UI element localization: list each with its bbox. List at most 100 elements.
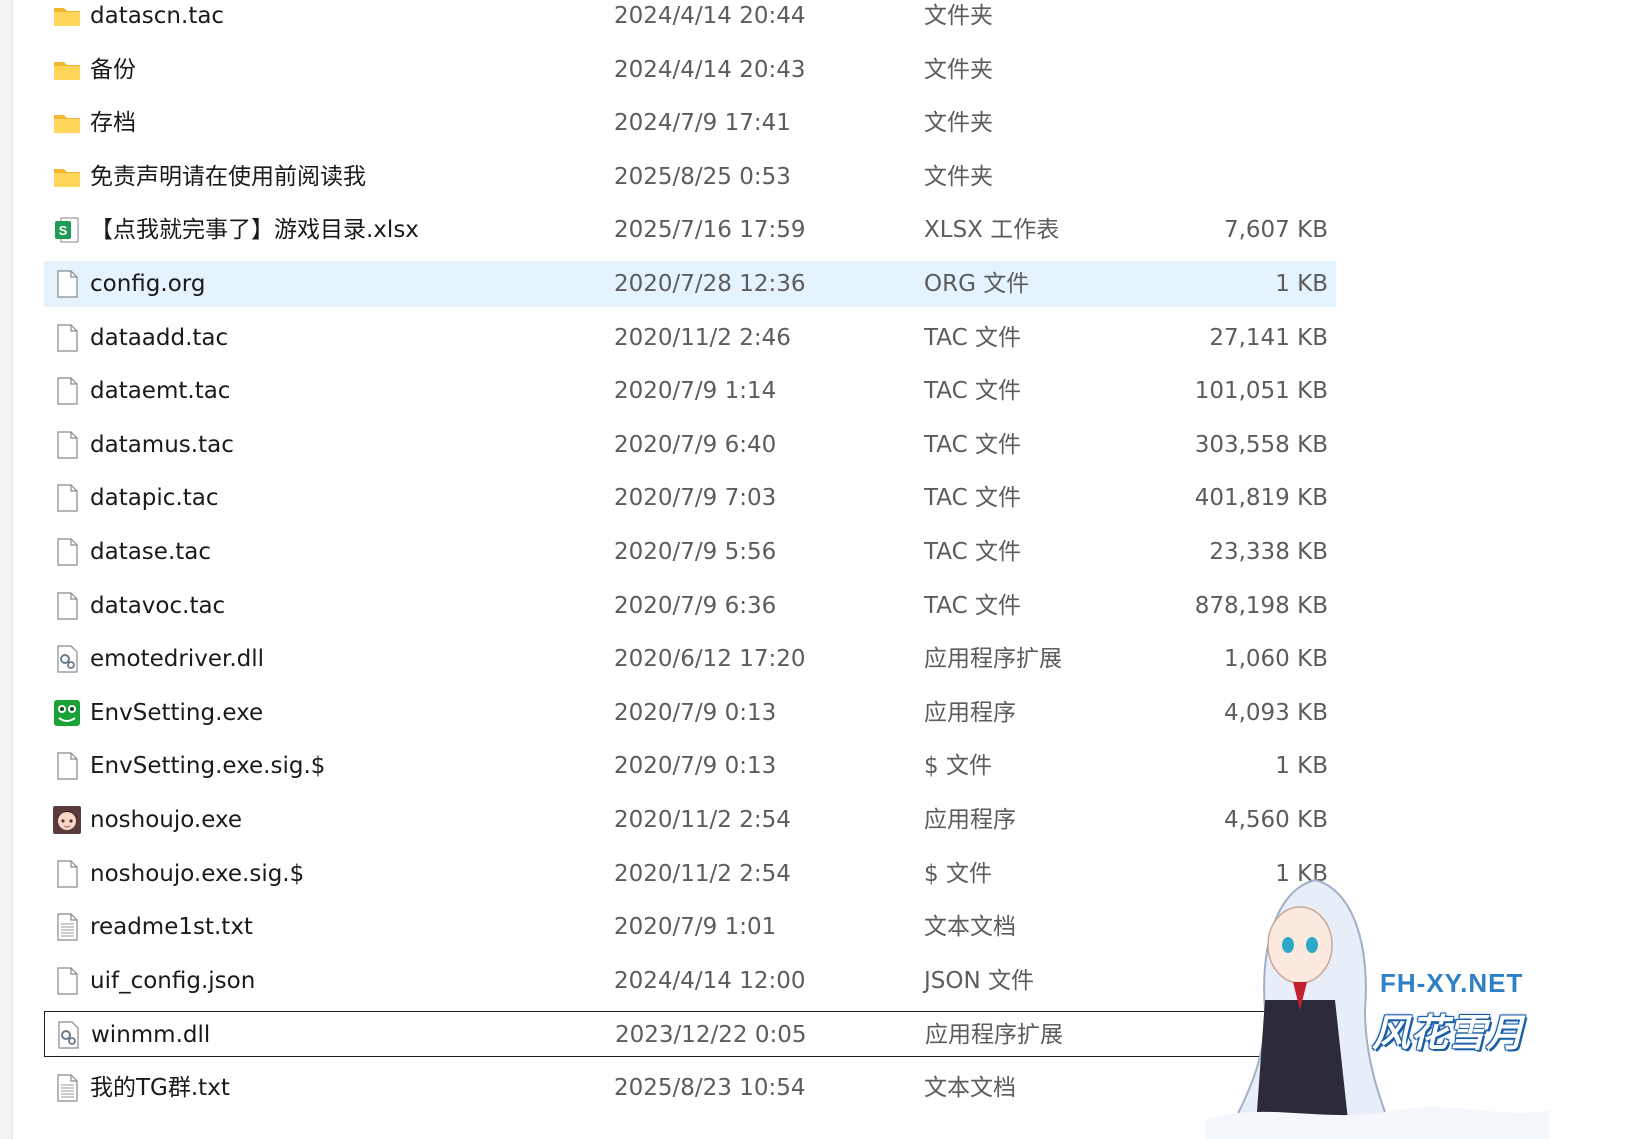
watermark-brand-text: 风花雪月 [1372,1011,1525,1055]
file-type: TAC 文件 [924,485,1021,512]
file-size: 303,558 KB [1194,431,1328,458]
file-type: TAC 文件 [924,431,1021,458]
file-row[interactable]: noshoujo.exe 2020/11/2 2:54 应用程序 4,560 KB [44,797,1336,843]
file-name: 【点我就完事了】游戏目录.xlsx [90,217,419,244]
file-name: dataemt.tac [90,378,231,405]
file-icon [52,269,82,299]
dll-gear-icon [52,644,82,674]
file-type: 文本文档 [924,1075,1016,1101]
file-row[interactable]: emotedriver.dll 2020/6/12 17:20 应用程序扩展 1,06… [44,636,1336,682]
file-row[interactable]: uif_config.json 2024/4/14 12:00 JSON 文件 [44,958,1336,1004]
file-icon [52,376,82,406]
file-type: 文件夹 [924,110,993,137]
file-row[interactable]: dataemt.tac 2020/7/9 1:14 TAC 文件 101,051 KB [44,368,1336,414]
file-type: TAC 文件 [924,324,1021,351]
file-name: EnvSetting.exe [90,699,264,726]
file-row[interactable]: 存档 2024/7/9 17:41 文件夹 [44,100,1336,146]
file-type: XLSX 工作表 [924,217,1060,244]
file-row[interactable]: datascn.tac 2024/4/14 20:44 文件夹 [44,0,1336,39]
file-size: 23,338 KB [1209,539,1328,565]
file-type: 应用程序扩展 [925,1022,1063,1049]
file-row[interactable]: datapic.tac 2020/7/9 7:03 TAC 文件 401,819 KB [44,475,1336,521]
file-date-modified: 2020/11/2 2:54 [614,807,791,833]
file-name: datase.tac [90,539,212,565]
file-name: datavoc.tac [90,592,226,619]
file-row[interactable]: noshoujo.exe.sig.$ 2020/11/2 2:54 $ 文件 1 KB [44,851,1336,897]
file-row[interactable]: datavoc.tac 2020/7/9 6:36 TAC 文件 878,198 KB [44,583,1336,629]
file-name: readme1st.txt [90,914,253,941]
file-icon [52,966,82,996]
folder-icon [52,162,82,192]
file-name: uif_config.json [90,967,256,994]
file-row[interactable]: dataadd.tac 2020/11/2 2:46 TAC 文件 27,141 KB [44,315,1336,361]
file-row[interactable]: EnvSetting.exe.sig.$ 2020/7/9 0:13 $ 文件 1 K… [44,743,1336,789]
file-name: datapic.tac [90,485,219,512]
file-icon [52,430,82,460]
file-date-modified: 2025/8/25 0:53 [614,163,791,190]
file-row[interactable]: datamus.tac 2020/7/9 6:40 TAC 文件 303,558 KB [44,422,1336,468]
file-date-modified: 2020/7/9 1:01 [614,914,777,941]
file-type: 文件夹 [924,56,993,83]
file-list: datascn.tac 2024/4/14 20:44 文件夹 备份 2024/4/14… [44,0,1336,1139]
text-file-icon [52,912,82,942]
file-icon [52,859,82,889]
folder-icon [52,1,82,31]
file-row[interactable]: S 【点我就完事了】游戏目录.xlsx 2025/7/16 17:59 XLSX 工作… [44,207,1336,253]
navigation-pane-edge [0,0,13,1139]
file-type: 应用程序 [924,699,1016,726]
file-name: dataadd.tac [90,324,229,351]
file-row[interactable]: EnvSetting.exe 2020/7/9 0:13 应用程序 4,093 KB [44,690,1336,736]
file-type: 文件夹 [924,163,993,190]
file-date-modified: 2025/8/23 10:54 [614,1075,806,1101]
file-size: 27,141 KB [1209,324,1328,351]
file-date-modified: 2020/7/9 1:14 [614,378,777,405]
file-date-modified: 2024/4/14 12:00 [614,967,806,994]
file-date-modified: 2024/7/9 17:41 [614,110,791,137]
file-date-modified: 2020/7/9 0:13 [614,699,777,726]
file-icon [52,323,82,353]
file-type: TAC 文件 [924,378,1021,405]
file-row[interactable]: readme1st.txt 2020/7/9 1:01 文本文档 [44,904,1336,950]
file-size: 1 KB [1275,753,1328,780]
file-date-modified: 2020/7/9 7:03 [614,485,777,512]
file-size: 1,060 KB [1223,646,1328,673]
file-row[interactable]: 我的TG群.txt2025/8/23 10:54文本文档1 KB [44,1065,1336,1111]
file-size: 4,093 KB [1223,699,1328,726]
file-type: ORG 文件 [924,271,1030,297]
file-row[interactable]: config.org 2020/7/28 12:36 ORG 文件 1 KB [44,261,1336,307]
file-date-modified: 2020/6/12 17:20 [614,646,806,673]
text-file-icon [52,1073,82,1103]
file-name: 存档 [90,110,136,137]
file-size: 1 KB [1275,271,1328,297]
file-name: winmm.dll [91,1022,211,1049]
file-name: datascn.tac [90,3,225,29]
file-icon [52,537,82,567]
file-size: 101,051 KB [1194,378,1328,405]
file-size: 878,198 KB [1194,592,1328,619]
file-date-modified: 2020/7/9 0:13 [614,753,777,780]
file-row[interactable]: winmm.dll 2023/12/22 0:05 应用程序扩展 [44,1011,1336,1058]
file-date-modified: 2024/4/14 20:43 [614,56,806,83]
file-row[interactable]: 免责声明请在使用前阅读我 2025/8/25 0:53 文件夹 [44,154,1336,200]
file-size: 4,560 KB [1223,807,1328,833]
file-row[interactable]: datase.tac 2020/7/9 5:56 TAC 文件 23,338 KB [44,529,1336,575]
frog-app-icon [52,698,82,728]
file-row[interactable]: 备份 2024/4/14 20:43 文件夹 [44,47,1336,93]
file-name: 我的TG群.txt [90,1075,230,1101]
file-size: 7,607 KB [1223,217,1328,244]
file-name: config.org [90,271,206,297]
svg-text:S: S [59,223,68,238]
file-name: noshoujo.exe [90,807,243,833]
file-date-modified: 2020/7/28 12:36 [614,271,806,297]
file-type: 文件夹 [924,3,993,29]
file-type: $ 文件 [924,860,992,887]
file-date-modified: 2020/11/2 2:54 [614,860,791,887]
spreadsheet-icon: S [52,215,82,245]
file-date-modified: 2020/11/2 2:46 [614,324,791,351]
file-name: 免责声明请在使用前阅读我 [90,163,366,190]
dll-gear-icon [53,1020,83,1050]
file-date-modified: 2024/4/14 20:44 [614,3,806,29]
file-name: noshoujo.exe.sig.$ [90,860,305,887]
file-icon [52,751,82,781]
file-name: emotedriver.dll [90,646,265,673]
